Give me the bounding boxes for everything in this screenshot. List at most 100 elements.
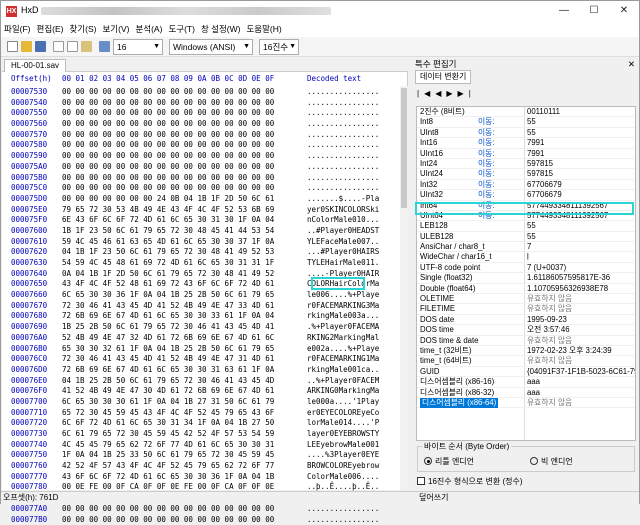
inspector-row-value[interactable]: 1.10705956326938E78 [527, 284, 608, 294]
goto-link[interactable]: 이동: [478, 159, 495, 169]
goto-link[interactable]: 이동: [478, 169, 495, 179]
hex-row[interactable]: 000075A000 00 00 00 00 00 00 00 00 00 00… [2, 162, 400, 173]
menu-tools[interactable]: 도구(T) [165, 21, 198, 37]
inspector-row[interactable]: DOS time오전 3:57:46 [417, 325, 635, 335]
hex-row[interactable]: 0000756000 00 00 00 00 00 00 00 00 00 00… [2, 119, 400, 130]
row-decoded-text[interactable]: le000a....'1Play [307, 397, 379, 408]
goto-link[interactable]: 이동: [478, 190, 495, 200]
inspector-row[interactable]: DOS date1995-09-23 [417, 315, 635, 325]
row-hex-bytes[interactable]: 00 00 00 00 00 00 00 00 00 00 00 00 00 0… [62, 130, 274, 141]
inspector-row-value[interactable]: 597815 [527, 169, 553, 179]
inspector-row[interactable]: 디스어셈블리 (x86-64)유효하지 않음 [417, 398, 635, 408]
hex-row[interactable]: 0000765043 4F 4C 4F 52 48 61 69 72 43 6F… [2, 279, 400, 290]
hex-row[interactable]: 000076901B 25 2B 50 6C 61 79 65 72 30 46… [2, 322, 400, 333]
row-hex-bytes[interactable]: 00 00 00 00 00 00 00 00 00 00 00 00 00 0… [62, 98, 274, 109]
goto-link[interactable]: 이동: [478, 128, 495, 138]
row-hex-bytes[interactable]: 00 00 00 00 00 00 00 00 00 00 00 00 00 0… [62, 183, 274, 194]
last-icon[interactable]: ▶| [458, 89, 476, 98]
next-icon[interactable]: ▶ [446, 89, 457, 98]
row-hex-bytes[interactable]: 6C 65 30 30 36 1F 0A 04 1B 25 2B 50 6C 6… [62, 290, 274, 301]
row-hex-bytes[interactable]: 79 65 72 30 53 4B 49 4E 43 4F 4C 4F 52 5… [62, 205, 274, 216]
hex-row[interactable]: 000077306C 61 79 65 72 30 45 59 45 42 52… [2, 429, 400, 440]
inspector-row-value[interactable]: aaa [527, 388, 540, 398]
row-hex-bytes[interactable]: 00 00 00 00 00 00 00 24 0B 04 1B 1F 2D 5… [62, 194, 274, 205]
scrollbar-thumb[interactable] [401, 88, 407, 208]
inspector-row-value[interactable]: 유효하지 않음 [527, 398, 572, 408]
row-hex-bytes[interactable]: 04 1B 1F 23 50 6C 61 79 65 72 30 48 41 4… [62, 247, 274, 258]
inspector-row-value[interactable]: 오전 3:57:46 [527, 325, 570, 335]
new-file-icon[interactable] [7, 41, 18, 52]
row-hex-bytes[interactable]: 1B 25 2B 50 6C 61 79 65 72 30 46 41 43 4… [62, 322, 274, 333]
goto-link[interactable]: 이동: [478, 149, 495, 159]
inspector-row-value[interactable]: 1.61186057595817E-36 [527, 273, 610, 283]
row-decoded-text[interactable]: TYLEHairMale011. [307, 258, 379, 269]
tab-data-inspector[interactable]: 데이터 변환기 [415, 70, 471, 84]
row-decoded-text[interactable]: ....-Player0HAIR [307, 269, 379, 280]
row-hex-bytes[interactable]: 6C 6F 72 4D 61 6C 65 30 31 34 1F 0A 04 1… [62, 418, 274, 429]
inspector-row[interactable]: Int32이동:67706679 [417, 180, 635, 190]
row-hex-bytes[interactable]: 0A 04 1B 1F 2D 50 6C 61 79 65 72 30 48 4… [62, 269, 274, 280]
row-hex-bytes[interactable]: 1B 1F 23 50 6C 61 79 65 72 30 48 45 41 4… [62, 226, 274, 237]
first-icon[interactable]: |◀ [417, 89, 435, 98]
row-decoded-text[interactable]: ................ [307, 504, 379, 515]
row-hex-bytes[interactable]: 6C 61 79 65 72 30 45 59 45 42 52 4F 57 5… [62, 429, 274, 440]
hex-row[interactable]: 000076D072 6B 69 6E 67 4D 61 6C 65 30 30… [2, 365, 400, 376]
row-hex-bytes[interactable]: 04 1B 25 2B 50 6C 61 79 65 72 30 46 41 4… [62, 376, 274, 387]
hex-row[interactable]: 0000754000 00 00 00 00 00 00 00 00 00 00… [2, 98, 400, 109]
inspector-row[interactable]: UInt8이동:55 [417, 128, 635, 138]
inspector-row[interactable]: UInt24이동:597815 [417, 169, 635, 179]
inspector-row[interactable]: 디스어셈블리 (x86-32)aaa [417, 388, 635, 398]
row-hex-bytes[interactable]: 4C 45 45 79 65 62 72 6F 77 4D 61 6C 65 3… [62, 440, 274, 451]
row-decoded-text[interactable]: ColorMale006.... [307, 472, 379, 483]
row-decoded-text[interactable]: ....%3Player0EYE [307, 450, 379, 461]
inspector-row[interactable]: time_t (32비트)1972-02-23 오후 3:24:39 [417, 346, 635, 356]
row-decoded-text[interactable]: nColorMale010... [307, 215, 379, 226]
row-hex-bytes[interactable]: 72 30 46 41 43 45 4D 41 52 4B 49 4E 47 3… [62, 301, 274, 312]
inspector-row[interactable]: UInt16이동:7991 [417, 149, 635, 159]
inspector-row-value[interactable]: 55 [527, 128, 536, 138]
row-hex-bytes[interactable]: 00 00 00 00 00 00 00 00 00 00 00 00 00 0… [62, 140, 274, 151]
goto-link[interactable]: 이동: [478, 117, 495, 127]
row-hex-bytes[interactable]: 41 52 4B 49 4E 47 30 4D 61 72 6B 69 6E 6… [62, 386, 274, 397]
hex-row[interactable]: 000077404C 45 45 79 65 62 72 6F 77 4D 61… [2, 440, 400, 451]
inspector-row-value[interactable]: {04091F37-1F1B-5023-6C61-79 [527, 367, 636, 377]
menu-help[interactable]: 도움말(H) [243, 21, 284, 37]
row-hex-bytes[interactable]: 00 00 00 00 00 00 00 00 00 00 00 00 00 0… [62, 87, 274, 98]
inspector-row-value[interactable]: 1972-02-23 오후 3:24:39 [527, 346, 612, 356]
hex-row[interactable]: 000075C000 00 00 00 00 00 00 00 00 00 00… [2, 183, 400, 194]
menu-search[interactable]: 찾기(S) [66, 21, 99, 37]
copy-icon[interactable] [67, 41, 78, 52]
row-decoded-text[interactable]: rkingMale001ca.. [307, 365, 379, 376]
hex-row[interactable]: 000077B000 00 00 00 00 00 00 00 00 00 00… [2, 515, 400, 525]
row-hex-bytes[interactable]: 72 30 46 41 43 45 4D 41 52 4B 49 4E 47 3… [62, 354, 274, 365]
inspector-row[interactable]: FILETIME유효하지 않음 [417, 304, 635, 314]
row-hex-bytes[interactable]: 6C 65 30 30 30 61 1F 0A 04 1B 27 31 50 6… [62, 397, 274, 408]
row-decoded-text[interactable]: rkingMale003a... [307, 311, 379, 322]
row-hex-bytes[interactable]: 00 00 00 00 00 00 00 00 00 00 00 00 00 0… [62, 504, 274, 515]
base-select[interactable]: 16진수▼ [259, 39, 299, 55]
row-hex-bytes[interactable]: 72 6B 69 6E 67 4D 61 6C 65 30 30 31 63 6… [62, 365, 274, 376]
save-icon[interactable] [35, 41, 46, 52]
inspector-row-value[interactable]: aaa [527, 377, 540, 387]
file-tab[interactable]: HL-00-01.sav [4, 59, 66, 72]
inspector-row[interactable]: LEB12855 [417, 221, 635, 231]
row-hex-bytes[interactable]: 43 6F 6C 6F 72 4D 61 6C 65 30 30 36 1F 0… [62, 472, 274, 483]
row-decoded-text[interactable]: ................ [307, 162, 379, 173]
row-decoded-text[interactable]: ................ [307, 87, 379, 98]
inspector-row[interactable]: 디스어셈블리 (x86-16)aaa [417, 377, 635, 387]
hex-row[interactable]: 0000768072 6B 69 6E 67 4D 61 6C 65 30 30… [2, 311, 400, 322]
paste-icon[interactable] [81, 41, 92, 52]
inspector-row-value[interactable]: 7991 [527, 149, 544, 159]
row-decoded-text[interactable]: ................ [307, 98, 379, 109]
row-hex-bytes[interactable]: 00 00 00 00 00 00 00 00 00 00 00 00 00 0… [62, 515, 274, 525]
inspector-table[interactable]: 2진수 (8비트)00110111Int8이동:55UInt8이동:55Int1… [416, 106, 636, 441]
row-decoded-text[interactable]: .%+Player0FACEMA [307, 322, 379, 333]
row-hex-bytes[interactable]: 65 72 30 45 59 45 43 4F 4C 4F 52 45 79 6… [62, 408, 274, 419]
close-icon[interactable]: ✕ [628, 58, 635, 70]
inspector-row-value[interactable]: 7991 [527, 138, 544, 148]
hex-rows[interactable]: 0000753000 00 00 00 00 00 00 00 00 00 00… [2, 87, 400, 525]
hex-row[interactable]: 0000763054 59 4C 45 48 61 69 72 4D 61 6C… [2, 258, 400, 269]
minimize-button[interactable]: — [549, 1, 579, 21]
hex-row[interactable]: 0000758000 00 00 00 00 00 00 00 00 00 00… [2, 140, 400, 151]
inspector-row-value[interactable]: 55 [527, 221, 536, 231]
